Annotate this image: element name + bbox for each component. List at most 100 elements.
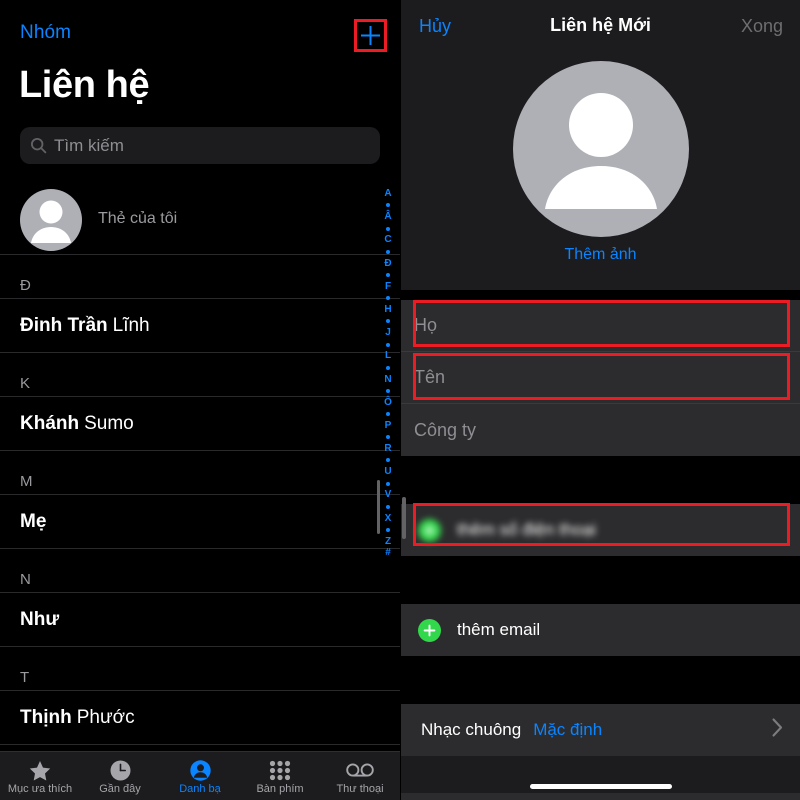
done-button[interactable]: Xong xyxy=(741,16,783,37)
index-dot xyxy=(386,435,390,440)
plus-icon[interactable] xyxy=(357,22,384,49)
contact-first-name: Mẹ xyxy=(20,510,47,532)
index-letter[interactable]: Z xyxy=(385,536,391,548)
my-card-row[interactable]: Thẻ của tôi xyxy=(0,176,400,255)
home-indicator[interactable] xyxy=(529,784,672,789)
list-item[interactable]: Đinh Trần Lĩnh xyxy=(0,299,400,353)
company-field[interactable]: Công ty xyxy=(401,404,800,456)
index-letter[interactable]: U xyxy=(384,466,391,478)
index-letter[interactable]: C xyxy=(384,234,391,246)
index-letter[interactable]: X xyxy=(385,513,392,525)
keypad-icon xyxy=(269,759,291,781)
list-item[interactable]: Mẹ xyxy=(0,495,400,549)
index-letter[interactable]: V xyxy=(385,489,392,501)
ringtone-row[interactable]: Nhạc chuông Mặc định xyxy=(401,704,800,756)
tab-recents[interactable]: Gần đây xyxy=(80,752,160,800)
tab-label: Danh bạ xyxy=(179,783,221,795)
voicemail-icon xyxy=(346,759,374,781)
phone-section: thêm số điện thoại xyxy=(401,504,800,556)
list-item[interactable]: Như xyxy=(0,593,400,647)
new-contact-panel: Hủy Liên hệ Mới Xong Thêm ảnh Họ Tên Côn… xyxy=(400,0,800,800)
index-letter[interactable]: L xyxy=(385,350,391,362)
index-dot xyxy=(386,296,390,301)
index-letter[interactable]: F xyxy=(385,281,391,293)
contact-first-name: Khánh xyxy=(20,412,80,434)
contacts-scroll-area[interactable]: Thẻ của tôi Đ Đinh Trần Lĩnh K Khánh Sum… xyxy=(0,176,400,800)
last-name-field[interactable]: Họ xyxy=(401,300,800,352)
person-avatar-icon[interactable] xyxy=(512,61,689,237)
avatar-section: Thêm ảnh xyxy=(401,48,800,290)
screenshot-root: Nhóm Liên hệ Tìm kiếm Thẻ của tôi Đ Đinh… xyxy=(0,0,800,800)
clock-icon xyxy=(110,759,131,781)
index-letter[interactable]: J xyxy=(385,327,391,339)
tab-keypad[interactable]: Bàn phím xyxy=(240,752,320,800)
index-letter[interactable]: Â xyxy=(384,211,391,223)
person-circle-icon xyxy=(189,759,211,781)
alphabet-index-strip[interactable]: A Â C Đ F H J L N Ô P R U V X Z # xyxy=(380,188,396,559)
add-photo-button[interactable]: Thêm ảnh xyxy=(401,246,800,264)
my-card-label: Thẻ của tôi xyxy=(98,210,178,227)
contacts-nav-bar: Nhóm xyxy=(0,0,400,56)
new-contact-nav-bar: Hủy Liên hệ Mới Xong xyxy=(401,0,800,48)
index-dot xyxy=(386,319,390,324)
email-section: thêm email xyxy=(401,604,800,656)
index-dot xyxy=(386,272,390,277)
index-letter[interactable]: A xyxy=(384,188,391,200)
index-dot xyxy=(386,226,390,231)
section-header: K xyxy=(0,353,400,397)
form-scrollbar[interactable] xyxy=(402,497,406,539)
search-placeholder: Tìm kiếm xyxy=(54,135,124,155)
green-plus-icon xyxy=(418,618,441,642)
contact-last-name: Sumo xyxy=(84,412,134,434)
index-dot xyxy=(386,388,390,393)
index-letter[interactable]: H xyxy=(384,304,391,316)
tab-voicemail[interactable]: Thư thoại xyxy=(320,752,400,800)
index-letter[interactable]: N xyxy=(384,374,391,386)
name-fields-section: Họ Tên Công ty xyxy=(401,300,800,456)
tab-label: Gần đây xyxy=(99,783,141,795)
contact-first-name: Thịnh xyxy=(20,706,72,728)
tab-favorites[interactable]: Mục ưa thích xyxy=(0,752,80,800)
page-title: Liên hệ xyxy=(19,64,150,106)
tab-label: Bàn phím xyxy=(256,783,304,795)
contact-first-name: Đinh Trần xyxy=(20,314,108,336)
index-letter[interactable]: P xyxy=(385,420,392,432)
person-avatar-icon xyxy=(20,189,82,251)
index-dot xyxy=(386,203,390,208)
index-letter[interactable]: Đ xyxy=(384,258,391,270)
ringtone-label: Nhạc chuông xyxy=(421,720,522,739)
tab-label: Thư thoại xyxy=(336,783,384,795)
tab-bar: Mục ưa thích Gần đây Danh bạ Bàn phím Th… xyxy=(0,751,400,800)
first-name-field[interactable]: Tên xyxy=(401,352,800,404)
section-header: Đ xyxy=(0,255,400,299)
index-letter[interactable]: R xyxy=(384,443,391,455)
add-email-label: thêm email xyxy=(457,620,541,639)
index-dot xyxy=(386,528,390,533)
section-header: N xyxy=(0,549,400,593)
star-icon xyxy=(29,759,51,781)
groups-button[interactable]: Nhóm xyxy=(20,22,71,44)
last-name-placeholder: Họ xyxy=(414,315,438,335)
list-item[interactable]: Thịnh Phước xyxy=(0,691,400,745)
section-gap xyxy=(401,290,800,300)
list-item[interactable]: Khánh Sumo xyxy=(0,397,400,451)
index-dot xyxy=(386,458,390,463)
ringtone-value: Mặc định xyxy=(533,720,603,739)
contact-first-name: Như xyxy=(20,608,60,630)
section-header: M xyxy=(0,451,400,495)
index-letter[interactable]: Ô xyxy=(384,397,392,409)
index-letter[interactable]: # xyxy=(385,547,391,559)
add-email-row[interactable]: thêm email xyxy=(401,604,800,656)
index-dot xyxy=(386,412,390,417)
contact-last-name: Lĩnh xyxy=(112,314,150,336)
index-dot xyxy=(386,342,390,347)
chevron-right-icon xyxy=(772,718,783,742)
tab-contacts[interactable]: Danh bạ xyxy=(160,752,240,800)
search-input[interactable]: Tìm kiếm xyxy=(20,127,380,164)
index-dot xyxy=(386,365,390,370)
section-header: T xyxy=(0,647,400,691)
add-phone-row[interactable]: thêm số điện thoại xyxy=(401,504,800,556)
index-dot xyxy=(386,481,390,486)
company-placeholder: Công ty xyxy=(414,419,477,440)
section-gap xyxy=(401,456,800,504)
